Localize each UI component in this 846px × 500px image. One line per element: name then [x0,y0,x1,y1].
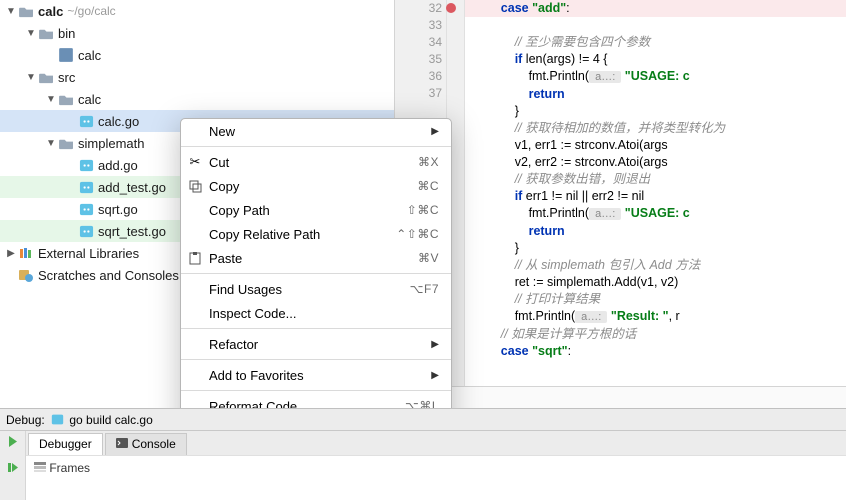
copy-icon [187,178,203,194]
ctx-refactor[interactable]: Refactor▶ [181,332,451,356]
tree-root-label: calc [38,4,63,19]
folder-icon [38,69,54,85]
chevron-right-icon: ▶ [431,370,439,381]
param-hint: a…: [589,71,621,83]
folder-icon [58,135,74,151]
clipboard-icon [187,250,203,266]
chevron-right-icon: ▶ [431,126,439,137]
go-file-icon [78,201,94,217]
param-hint: a…: [589,208,621,220]
scratch-icon [18,268,34,282]
ctx-copy-relative-path[interactable]: Copy Relative Path⌃⇧⌘C [181,222,451,246]
context-menu: New▶ ✂Cut⌘X Copy⌘C Copy Path⇧⌘C Copy Rel… [180,118,452,408]
breadcrumb[interactable]: main() [395,386,846,408]
frames-header[interactable]: Frames [26,455,846,479]
folder-icon [18,3,34,19]
breakpoint-icon[interactable] [446,3,456,13]
rerun-button[interactable] [6,435,19,453]
ctx-paste[interactable]: Paste⌘V [181,246,451,270]
tree-root[interactable]: ▼ calc ~/go/calc [0,0,394,22]
go-file-icon [78,157,94,173]
ctx-copy-path[interactable]: Copy Path⇧⌘C [181,198,451,222]
tree-exec-calc[interactable]: ▶calc [0,44,394,66]
tree-folder-calc[interactable]: ▼calc [0,88,394,110]
console-icon [116,437,128,451]
debug-label: Debug: [6,413,45,427]
resume-button[interactable] [6,461,19,479]
tree-folder-bin[interactable]: ▼bin [0,22,394,44]
go-file-icon [78,113,94,129]
debug-side-toolbar [0,431,26,500]
ctx-add-favorites[interactable]: Add to Favorites▶ [181,363,451,387]
tree-root-path: ~/go/calc [67,4,115,18]
scissors-icon: ✂ [187,154,203,170]
ctx-cut[interactable]: ✂Cut⌘X [181,150,451,174]
tree-folder-src[interactable]: ▼src [0,66,394,88]
chevron-right-icon: ▶ [431,339,439,350]
folder-icon [38,25,54,41]
debug-panel: Debug: go build calc.go Debugger Console… [0,408,846,500]
folder-icon [58,91,74,107]
tab-console[interactable]: Console [105,433,187,455]
code-editor[interactable]: case "add": // 至少需要包含四个参数 if len(args) !… [465,0,846,386]
param-hint: a…: [575,311,607,323]
debug-config-name: go build calc.go [69,413,152,427]
tab-debugger[interactable]: Debugger [28,433,103,455]
ctx-reformat-code[interactable]: Reformat Code⌥⌘L [181,394,451,408]
ctx-find-usages[interactable]: Find Usages⌥F7 [181,277,451,301]
frames-icon [34,461,46,475]
ctx-copy[interactable]: Copy⌘C [181,174,451,198]
ctx-inspect-code[interactable]: Inspect Code... [181,301,451,325]
ctx-new[interactable]: New▶ [181,119,451,143]
go-file-icon [78,179,94,195]
bug-icon [51,413,65,427]
library-icon [18,246,34,260]
editor-pane: 32 33 34 35 36 37 case "add": // 至少需要包含四… [395,0,846,408]
binary-icon [58,47,74,63]
go-file-icon [78,223,94,239]
